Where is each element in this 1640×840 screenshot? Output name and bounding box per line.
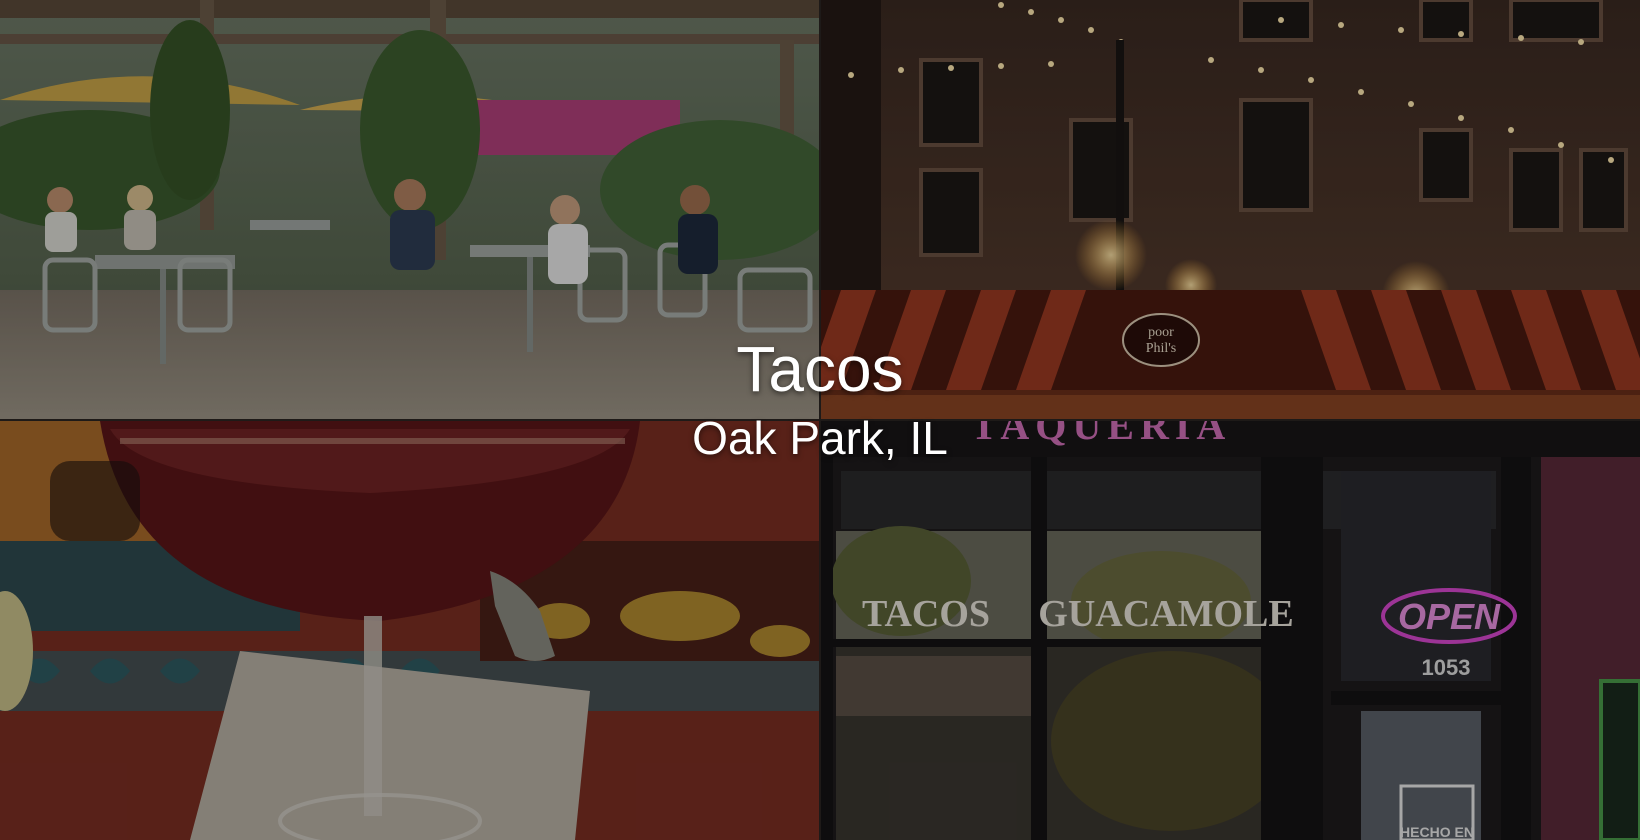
photo-collage: poor Phil's TAQUERIA TACOS GUACAMOLE OPE… — [0, 0, 1640, 840]
hero-title: Tacos — [736, 333, 904, 405]
hero-caption: Tacos Oak Park, IL — [0, 0, 1640, 840]
hero-location: Oak Park, IL — [692, 412, 948, 464]
